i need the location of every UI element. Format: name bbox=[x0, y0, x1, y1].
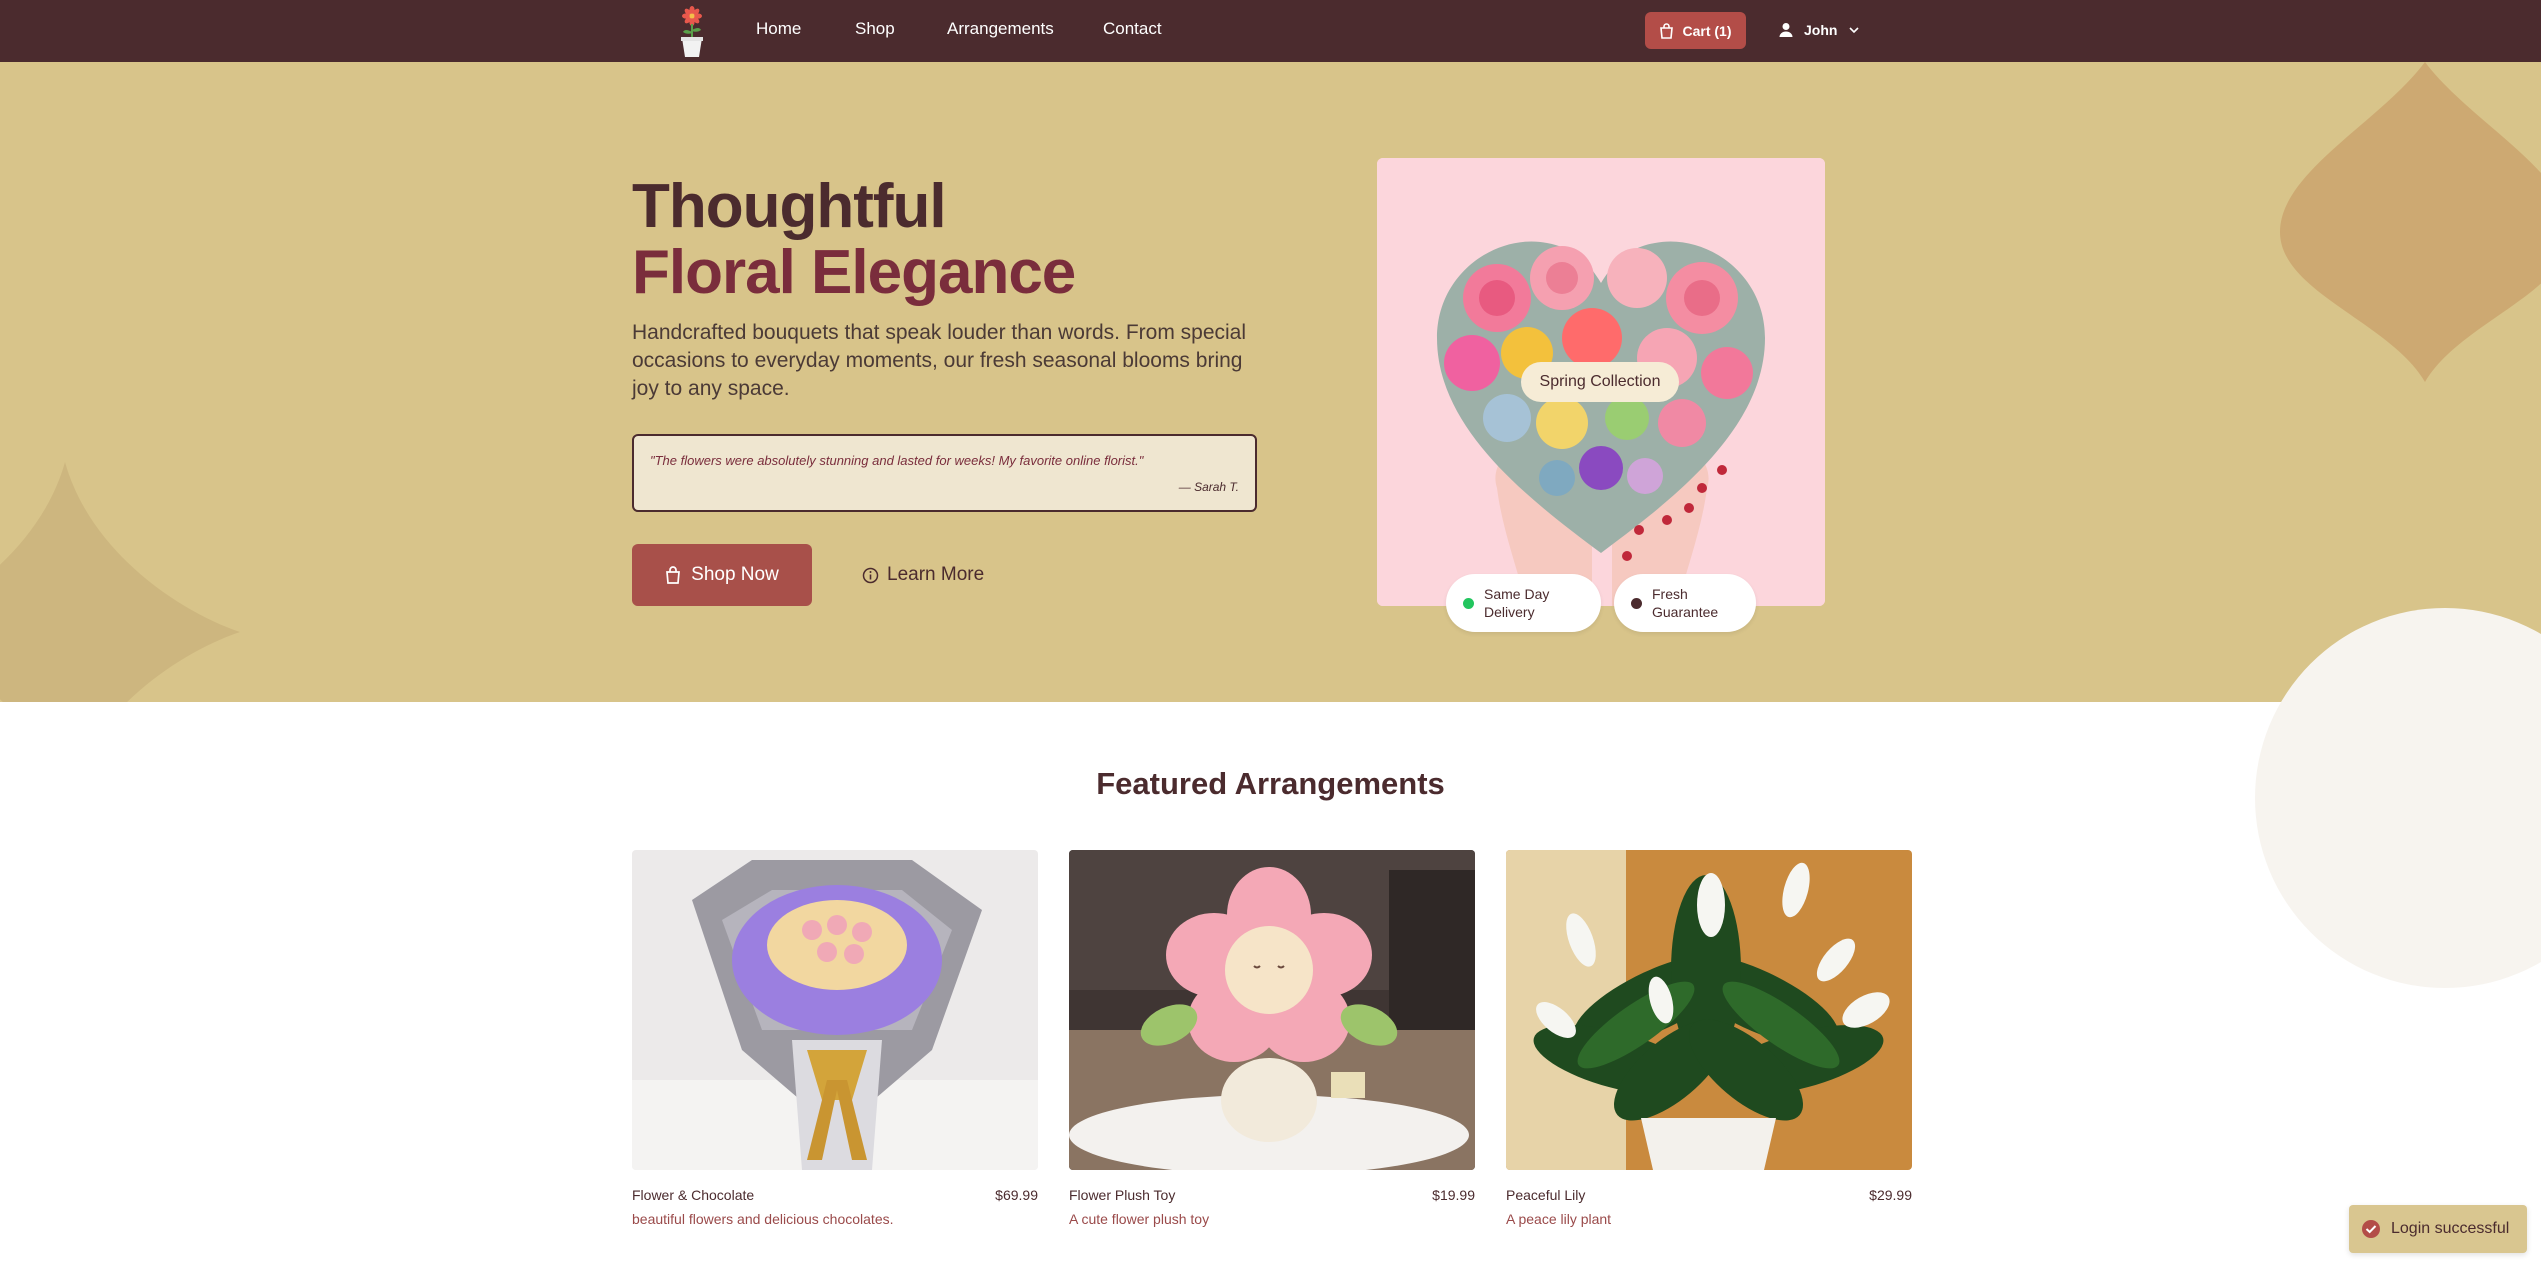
product-card[interactable]: Flower & Chocolate $69.99 beautiful flow… bbox=[632, 850, 1038, 1227]
shopping-bag-icon bbox=[666, 566, 681, 584]
product-price: $29.99 bbox=[1869, 1187, 1912, 1203]
product-price: $69.99 bbox=[995, 1187, 1038, 1203]
cart-label: Cart (1) bbox=[1682, 22, 1732, 39]
status-dot-icon bbox=[1463, 597, 1474, 609]
product-image-flower-plush-toy[interactable] bbox=[1069, 850, 1475, 1170]
user-icon bbox=[1779, 23, 1793, 37]
info-icon bbox=[862, 567, 879, 583]
user-name: John bbox=[1804, 22, 1838, 38]
product-name[interactable]: Flower & Chocolate bbox=[632, 1187, 754, 1203]
product-description: A cute flower plush toy bbox=[1069, 1211, 1210, 1227]
decorative-petal-shape bbox=[2280, 62, 2541, 382]
hero-title-line1: Thoughtful bbox=[632, 172, 947, 241]
product-description: beautiful flowers and delicious chocolat… bbox=[632, 1211, 894, 1227]
flower-pot-logo-icon[interactable] bbox=[674, 4, 710, 58]
check-circle-icon bbox=[2362, 1220, 2380, 1238]
featured-section-title: Featured Arrangements bbox=[1096, 766, 1445, 801]
shop-now-button[interactable]: Shop Now bbox=[632, 544, 812, 606]
hero-section: Thoughtful Floral Elegance Handcrafted b… bbox=[0, 62, 2541, 702]
nav-link-shop[interactable]: Shop bbox=[855, 18, 895, 40]
hero-title: Thoughtful Floral Elegance bbox=[632, 172, 1076, 307]
testimonial-author: — Sarah T. bbox=[1178, 480, 1239, 494]
testimonial-quote: "The flowers were absolutely stunning an… bbox=[650, 453, 1144, 468]
product-image-peaceful-lily[interactable] bbox=[1506, 850, 1912, 1170]
shop-now-label: Shop Now bbox=[691, 564, 779, 585]
chevron-down-icon bbox=[1849, 27, 1860, 34]
product-card[interactable]: Flower Plush Toy $19.99 A cute flower pl… bbox=[1069, 850, 1475, 1227]
top-navbar: Home Shop Arrangements Contact Cart (1) … bbox=[0, 0, 2541, 62]
feature-label: Same Day Delivery bbox=[1484, 586, 1550, 620]
hero-title-line2: Floral Elegance bbox=[632, 238, 1076, 307]
nav-link-contact[interactable]: Contact bbox=[1103, 18, 1162, 40]
nav-link-home[interactable]: Home bbox=[756, 18, 801, 40]
spring-collection-badge: Spring Collection bbox=[1521, 362, 1679, 402]
fresh-guarantee-badge: Fresh Guarantee bbox=[1614, 574, 1756, 632]
hero-description: Handcrafted bouquets that speak louder t… bbox=[632, 321, 1247, 400]
product-description: A peace lily plant bbox=[1506, 1211, 1612, 1227]
product-name[interactable]: Peaceful Lily bbox=[1506, 1187, 1585, 1203]
decorative-diamond-shape bbox=[0, 462, 240, 702]
feature-label: Fresh Guarantee bbox=[1652, 586, 1719, 620]
testimonial-box: "The flowers were absolutely stunning an… bbox=[632, 434, 1257, 512]
user-menu[interactable]: John bbox=[1778, 16, 1861, 44]
product-name[interactable]: Flower Plush Toy bbox=[1069, 1187, 1175, 1203]
product-image-flower-chocolate[interactable] bbox=[632, 850, 1038, 1170]
toast-message: Login successful bbox=[2391, 1220, 2510, 1237]
cart-button[interactable]: Cart (1) bbox=[1645, 12, 1746, 49]
status-dot-icon bbox=[1631, 597, 1642, 609]
product-card[interactable]: Peaceful Lily $29.99 A peace lily plant bbox=[1506, 850, 1912, 1227]
nav-link-arrangements[interactable]: Arrangements bbox=[947, 18, 1054, 40]
product-price: $19.99 bbox=[1432, 1187, 1475, 1203]
same-day-delivery-badge: Same Day Delivery bbox=[1446, 574, 1601, 632]
shopping-bag-icon bbox=[1660, 22, 1674, 39]
learn-more-button[interactable]: Learn More bbox=[862, 544, 988, 606]
learn-more-label: Learn More bbox=[887, 564, 985, 585]
login-success-toast: Login successful bbox=[2349, 1205, 2527, 1253]
